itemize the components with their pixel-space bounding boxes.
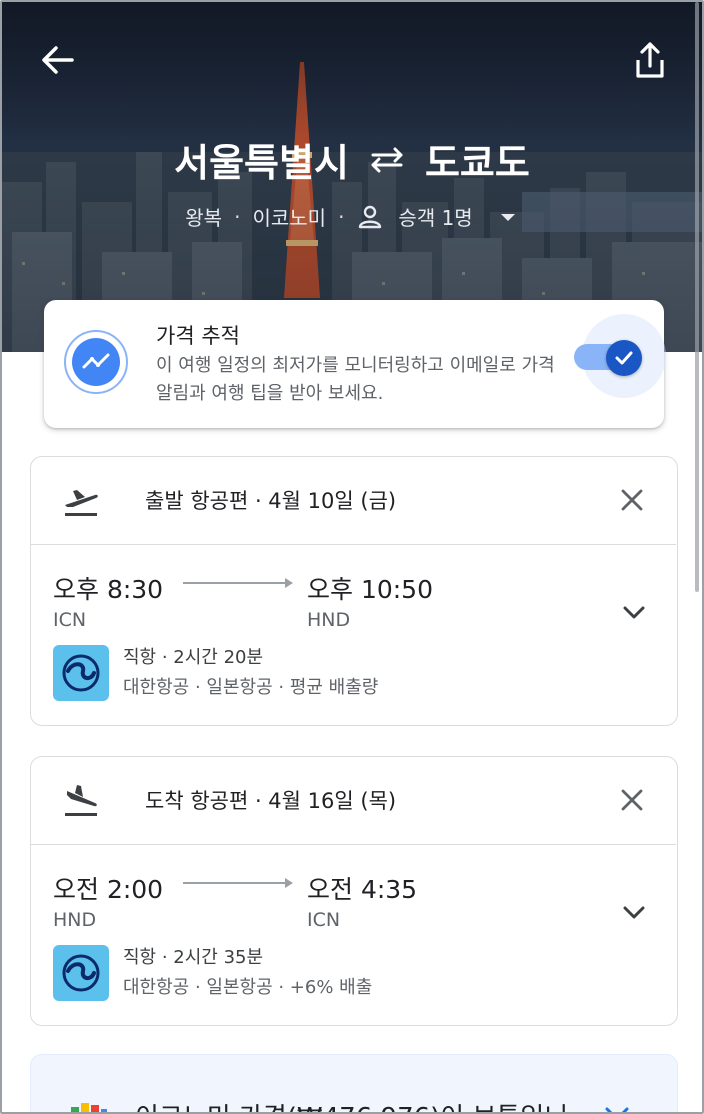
- airline-logo: [53, 945, 109, 1001]
- destination-city: 도쿄도: [424, 141, 530, 185]
- swap-horiz-icon: [371, 147, 403, 172]
- trending-icon: [72, 338, 120, 386]
- flight-takeoff-icon: [65, 490, 98, 516]
- trip-options: 왕복 · 이코노미 · 승객 1명: [2, 202, 702, 231]
- cabin-class[interactable]: 이코노미: [252, 202, 326, 231]
- airline-logo-icon: [62, 654, 100, 692]
- arrival-airport-code: ICN: [307, 909, 341, 931]
- check-icon: [615, 351, 633, 365]
- price-tracking-card: 가격 추적 이 여행 일정의 최저가를 모니터링하고 이메일로 가격 알림과 여…: [44, 300, 666, 428]
- flight-summary: 직항 · 2시간 35분: [123, 947, 264, 968]
- outbound-flight-card: 출발 항공편 · 4월 10일 (금) 오후 8:30 오후 10:50 ICN…: [30, 456, 678, 726]
- person-icon: [359, 205, 382, 228]
- price-tracking-icon-badge: [64, 330, 128, 394]
- airline-logo: [53, 645, 109, 701]
- close-icon[interactable]: [617, 485, 647, 515]
- passengers-selector[interactable]: 승객 1명: [356, 202, 518, 231]
- chevron-down-icon[interactable]: [619, 597, 649, 627]
- departure-time: 오전 2:00: [53, 875, 164, 904]
- arrow-right-icon: [183, 878, 293, 888]
- return-flight-header: 도착 항공편 · 4월 16일 (목): [31, 757, 676, 845]
- departure-time: 오후 8:30: [53, 575, 164, 604]
- caret-down-icon: [500, 213, 515, 221]
- arrow-right-icon: [183, 578, 293, 588]
- flight-summary: 직항 · 2시간 20분: [123, 647, 264, 668]
- passengers-count: 승객 1명: [398, 206, 473, 230]
- close-icon[interactable]: [617, 785, 647, 815]
- price-insight-text: 이코노미 가격(₩476,976)이 보통입니: [135, 1097, 568, 1112]
- arrow-back-icon: [42, 46, 74, 74]
- google-logo-icon: [71, 1103, 107, 1112]
- share-icon: [636, 42, 664, 78]
- departure-airport-code: HND: [53, 909, 97, 931]
- outbound-flight-title: 출발 항공편 · 4월 10일 (금): [145, 489, 397, 513]
- flight-airlines-emissions: 대한항공 · 일본항공 · +6% 배출: [123, 977, 373, 998]
- flight-airlines-emissions: 대한항공 · 일본항공 · 평균 배출량: [123, 677, 379, 698]
- scrollbar[interactable]: [695, 2, 699, 592]
- route-title: 서울특별시 도쿄도: [2, 132, 702, 187]
- arrival-time: 오전 4:35: [307, 875, 418, 904]
- app-screen: 서울특별시 도쿄도 왕복 · 이코노미 · 승객 1명 가격 추적 이 여행 일…: [0, 0, 704, 1114]
- outbound-flight-header: 출발 항공편 · 4월 10일 (금): [31, 457, 676, 545]
- return-flight-title: 도착 항공편 · 4월 16일 (목): [145, 789, 397, 813]
- trip-type[interactable]: 왕복: [185, 202, 222, 231]
- flight-land-icon: [65, 785, 97, 816]
- airline-logo-icon: [62, 954, 100, 992]
- chevron-down-icon[interactable]: [619, 897, 649, 927]
- arrival-time: 오후 10:50: [307, 575, 433, 604]
- price-tracking-description: 이 여행 일정의 최저가를 모니터링하고 이메일로 가격 알림과 여행 팁을 받…: [156, 355, 555, 404]
- price-insight-card[interactable]: 이코노미 가격(₩476,976)이 보통입니: [30, 1054, 678, 1112]
- price-tracking-toggle-knob[interactable]: [606, 340, 642, 376]
- arrival-airport-code: HND: [307, 609, 351, 631]
- separator-dot: ·: [338, 204, 345, 229]
- separator-dot: ·: [234, 204, 241, 229]
- share-button[interactable]: [628, 38, 672, 82]
- price-tracking-title: 가격 추적: [156, 324, 240, 348]
- chevron-down-icon: [605, 1107, 629, 1112]
- back-button[interactable]: [38, 40, 78, 80]
- return-flight-card: 도착 항공편 · 4월 16일 (목) 오전 2:00 오전 4:35 HND …: [30, 756, 678, 1026]
- origin-city: 서울특별시: [174, 141, 349, 185]
- departure-airport-code: ICN: [53, 609, 87, 631]
